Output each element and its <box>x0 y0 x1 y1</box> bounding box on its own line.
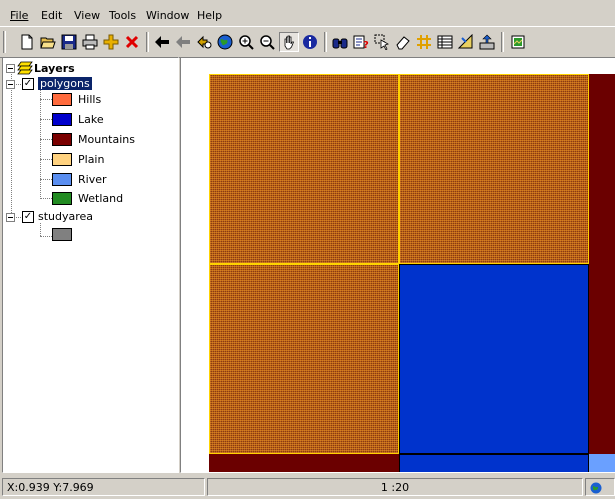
toolbar: ? <box>0 26 615 58</box>
menu-tools[interactable]: Tools <box>109 10 136 22</box>
expander-polygons[interactable] <box>6 80 15 89</box>
tree-connector <box>40 198 52 199</box>
checkbox-studyarea[interactable]: ✓ <box>22 211 34 223</box>
toolbar-separator <box>146 32 149 52</box>
export-icon[interactable] <box>478 33 496 51</box>
properties-icon[interactable] <box>509 33 527 51</box>
remove-layer-icon[interactable] <box>123 33 141 51</box>
tree-connector <box>40 139 52 140</box>
legend-label-mountains: Mountains <box>78 133 135 146</box>
tree-connector <box>40 90 41 197</box>
checkbox-polygons[interactable]: ✓ <box>22 78 34 90</box>
eraser-icon[interactable] <box>394 33 412 51</box>
globe-icon <box>590 482 602 494</box>
hills-polygon[interactable] <box>209 264 399 454</box>
mountains-polygon[interactable] <box>589 74 615 454</box>
pan-icon[interactable] <box>279 32 299 52</box>
zoom-previous-icon[interactable] <box>195 33 213 51</box>
menu-edit[interactable]: Edit <box>41 10 62 22</box>
menu-file-label: File <box>10 9 29 22</box>
add-layer-icon[interactable] <box>102 33 120 51</box>
expander-studyarea[interactable] <box>6 213 15 222</box>
tree-connector <box>40 223 41 236</box>
tree-connector <box>11 69 12 217</box>
swatch-studyarea <box>52 228 72 241</box>
menu-help-label: Help <box>197 9 223 22</box>
tree-connector <box>40 119 52 120</box>
find-icon[interactable] <box>331 33 349 51</box>
layers-icon <box>17 61 33 75</box>
open-icon[interactable] <box>39 33 57 51</box>
swatch-lake <box>52 113 72 126</box>
menu-view-label: View <box>74 9 101 22</box>
query-icon[interactable]: ? <box>352 33 370 51</box>
menu-window-label: Window <box>146 9 190 22</box>
menu-bar: File Edit View Tools Window Help <box>0 0 615 22</box>
lake-polygon[interactable] <box>399 264 589 454</box>
zoom-out-icon[interactable] <box>258 33 276 51</box>
info-icon[interactable] <box>301 33 319 51</box>
legend-label-hills: Hills <box>78 93 102 106</box>
layer-polygons[interactable]: polygons <box>38 77 92 90</box>
status-bar: X:0.939 Y:7.969 1 :20 <box>0 475 615 499</box>
swatch-mountains <box>52 133 72 146</box>
tree-connector <box>40 179 52 180</box>
select-icon[interactable] <box>373 33 391 51</box>
lake-polygon[interactable] <box>399 454 589 472</box>
map-view[interactable] <box>180 57 615 473</box>
full-extent-icon[interactable] <box>216 33 234 51</box>
menu-edit-label: Edit <box>41 9 63 22</box>
menu-window[interactable]: Window <box>146 10 189 22</box>
toolbar-grip[interactable] <box>3 31 6 53</box>
toolbar-separator <box>501 32 504 52</box>
back-icon[interactable] <box>153 33 171 51</box>
hills-polygon[interactable] <box>209 74 399 264</box>
mountains-polygon[interactable] <box>209 454 399 472</box>
status-globe-cell <box>585 478 615 496</box>
scale-readout: 1 :20 <box>207 478 583 496</box>
legend-label-wetland: Wetland <box>78 192 124 205</box>
zoom-in-icon[interactable] <box>237 33 255 51</box>
tree-connector <box>40 159 52 160</box>
layers-root-label[interactable]: Layers <box>34 62 75 75</box>
swatch-hills <box>52 93 72 106</box>
swatch-plain <box>52 153 72 166</box>
legend-label-plain: Plain <box>78 153 105 166</box>
measure-icon[interactable] <box>457 33 475 51</box>
layer-studyarea[interactable]: studyarea <box>38 210 93 223</box>
legend-label-river: River <box>78 173 107 186</box>
tree-connector <box>40 99 52 100</box>
print-icon[interactable] <box>81 33 99 51</box>
river-polygon[interactable] <box>589 454 615 472</box>
menu-help[interactable]: Help <box>197 10 222 22</box>
toolbar-separator <box>324 32 327 52</box>
layer-tree-panel[interactable]: Layers ✓ polygons Hills Lake Mountains P… <box>2 57 179 473</box>
coordinates-readout: X:0.939 Y:7.969 <box>2 478 205 496</box>
grid-icon[interactable] <box>415 33 433 51</box>
expander-layers[interactable] <box>6 64 15 73</box>
save-icon[interactable] <box>60 33 78 51</box>
table-icon[interactable] <box>436 33 454 51</box>
hills-polygon[interactable] <box>399 74 589 264</box>
forward-icon[interactable] <box>174 33 192 51</box>
menu-view[interactable]: View <box>74 10 100 22</box>
svg-text:?: ? <box>363 40 369 50</box>
new-icon[interactable] <box>18 33 36 51</box>
swatch-river <box>52 173 72 186</box>
menu-file[interactable]: File <box>10 10 28 22</box>
legend-label-lake: Lake <box>78 113 104 126</box>
swatch-wetland <box>52 192 72 205</box>
tree-connector <box>40 236 52 237</box>
menu-tools-label: Tools <box>109 9 137 22</box>
